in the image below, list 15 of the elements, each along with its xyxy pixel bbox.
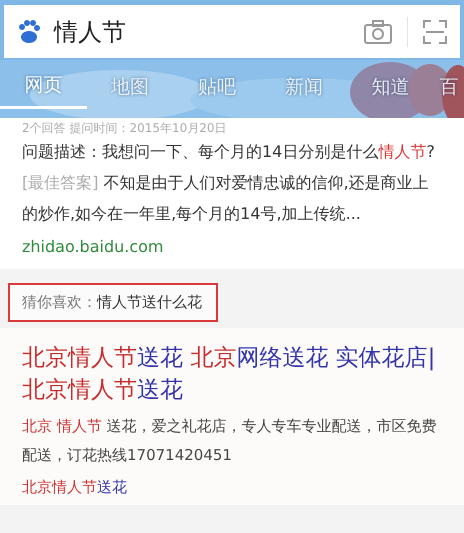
scan-icon[interactable] bbox=[422, 18, 448, 44]
suggestion-box[interactable]: 猜你喜欢：情人节送什么花 bbox=[8, 283, 218, 322]
search-query: 情人节 bbox=[54, 16, 127, 48]
result-link[interactable]: 北京情人节送花 bbox=[22, 476, 127, 498]
search-field[interactable]: 情人节 bbox=[4, 5, 460, 58]
result-description: 北京 情人节 送花，爱之礼花店，专人专车专业配送，市区免费配送，订花热线17071420451 bbox=[22, 416, 438, 466]
result-title[interactable]: 北京情人节送花 北京网络送花 实体花店| 北京情人节送花 bbox=[22, 342, 442, 406]
result-url[interactable]: zhidao.baidu.com bbox=[22, 235, 442, 259]
answer-meta: 2个回答 提问时间：2015年10月20日 bbox=[22, 120, 228, 136]
tab[interactable]: 百 bbox=[434, 66, 464, 108]
paw-logo-icon bbox=[16, 18, 42, 44]
tab[interactable]: 知道 bbox=[347, 66, 434, 108]
question-description: 问题描述：我想问一下、每个月的14日分别是什么情人节? bbox=[22, 141, 436, 163]
camera-icon[interactable] bbox=[363, 18, 393, 44]
best-answer: [最佳答案] 不知是由于人们对爱情忠诚的信仰,还是商业上的炒作,如今在一年里,每个月的14号,加上传统... bbox=[22, 172, 430, 225]
